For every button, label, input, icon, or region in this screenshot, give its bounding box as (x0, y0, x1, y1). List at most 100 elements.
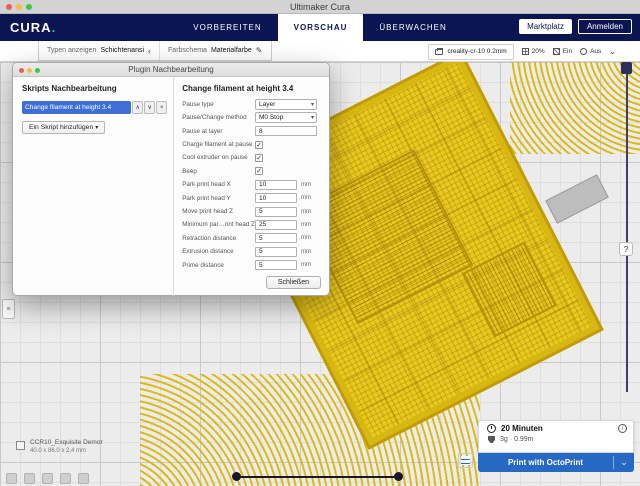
prime-distance-input[interactable] (255, 260, 297, 270)
view-type-dropdown[interactable]: Typen anzeigen Schichtenansi ‹ (39, 41, 160, 60)
view-toolbar: Typen anzeigen Schichtenansi ‹ Farbschem… (0, 41, 640, 62)
remove-script-button[interactable]: × (156, 101, 167, 114)
unit-label: mm (301, 209, 311, 215)
print-settings-bar: creality-cr-10 0.2mm 20% Ein Aus ⌄ (428, 43, 616, 60)
printer-selector[interactable]: creality-cr-10 0.2mm (428, 44, 513, 60)
unsliced-part (545, 174, 608, 223)
support-value: Ein (563, 48, 572, 55)
extrusion-distance-input[interactable] (255, 247, 297, 257)
print-with-octoprint-button[interactable]: Print with OctoPrint ⌄ (478, 453, 634, 472)
unit-label: mm (301, 222, 311, 228)
cool-extruder-checkbox[interactable]: ✓ (255, 154, 263, 162)
unit-label: mm (301, 262, 311, 268)
edit-pencil-icon[interactable]: ✎ (256, 46, 263, 55)
park-head-y-input[interactable] (255, 193, 297, 203)
move-head-z-input[interactable] (255, 207, 297, 217)
field-label: Cool extruder on pause (182, 154, 255, 161)
object-info[interactable]: CCR10_Exquisite Demor 40.0 x 86.0 x 2.4 … (16, 439, 103, 454)
color-scheme-label: Farbschema (168, 47, 207, 54)
beep-checkbox[interactable]: ✓ (255, 167, 263, 175)
layer-slider-help-badge[interactable]: ? (619, 242, 633, 256)
field-label: Retraction distance (182, 235, 255, 242)
dialog-title: Plugin Nachbearbeitung (13, 63, 329, 77)
pause-type-select[interactable]: Layer▾ (255, 99, 317, 110)
field-label: Pause type (182, 101, 255, 108)
output-device-icon[interactable] (458, 453, 473, 468)
tab-ueberwachen[interactable]: ÜBERWACHEN (363, 14, 462, 41)
move-script-up-button[interactable]: ∧ (132, 101, 143, 114)
post-processing-dialog: Plugin Nachbearbeitung Skripts Nachbearb… (12, 62, 330, 296)
unit-label: mm (301, 249, 311, 255)
adhesion-value: Aus (590, 48, 601, 55)
app-header: CURA. VORBEREITEN VORSCHAU ÜBERWACHEN Ma… (0, 14, 640, 41)
park-head-x-input[interactable] (255, 180, 297, 190)
adhesion-setting[interactable]: Aus (580, 48, 601, 55)
clock-icon (487, 424, 496, 433)
object-name: CCR10_Exquisite Demor (30, 439, 103, 446)
chevron-down-icon: ▾ (311, 113, 314, 123)
print-time-estimate: 20 Minuten (501, 424, 613, 433)
field-label: Beep (182, 168, 255, 175)
bottom-icon-5[interactable] (78, 473, 89, 484)
pause-method-select[interactable]: M0 Stop▾ (255, 112, 317, 123)
infill-icon (522, 48, 529, 55)
bottom-icon-2[interactable] (24, 473, 35, 484)
view-type-value: Schichtenansi (100, 47, 144, 54)
minimum-park-z-input[interactable] (255, 220, 297, 230)
material-usage: 3g · 0.99m (500, 436, 533, 443)
field-row: Beep ✓ (182, 166, 321, 177)
field-label: Pause/Change method (182, 114, 255, 121)
print-button-chevron-down-icon[interactable]: ⌄ (614, 457, 634, 468)
tab-vorbereiten[interactable]: VORBEREITEN (177, 14, 277, 41)
script-list-item[interactable]: Change filament at height 3.4 (22, 101, 131, 114)
charge-filament-checkbox[interactable]: ✓ (255, 141, 263, 149)
dialog-minimize-button[interactable] (27, 68, 32, 73)
timeline-handle-end[interactable] (394, 472, 403, 481)
add-script-button[interactable]: Ein Skript hinzufügen▾ (22, 121, 105, 134)
timeline-handle-start[interactable] (232, 472, 241, 481)
field-label: Charge filament at pause (182, 141, 255, 148)
view-type-label: Typen anzeigen (47, 47, 96, 54)
dialog-close-button[interactable] (19, 68, 24, 73)
field-row: Charge filament at pause ✓ (182, 139, 321, 150)
collapse-panel-icon[interactable]: ‹ (148, 46, 151, 56)
move-script-down-button[interactable]: ∨ (144, 101, 155, 114)
layer-slider-track[interactable] (626, 68, 628, 392)
print-job-card: 20 Minuten i 3g · 0.99m (478, 420, 634, 453)
field-label: Park print head X (182, 181, 255, 188)
field-row: Park print head Y mm (182, 193, 321, 204)
add-script-chevron-down-icon: ▾ (95, 125, 98, 131)
printer-name: creality-cr-10 0.2mm (447, 48, 506, 55)
window-titlebar: Ultimaker Cura (0, 0, 640, 14)
dialog-close-action-button[interactable]: Schließen (266, 276, 321, 289)
pause-at-layer-input[interactable] (255, 126, 317, 136)
marketplace-button[interactable]: Marktplatz (519, 19, 572, 34)
bottom-left-icons (6, 473, 89, 484)
chevron-down-icon: ▾ (311, 100, 314, 110)
scripts-heading: Skripts Nachbearbeitung (22, 84, 167, 93)
retraction-distance-input[interactable] (255, 233, 297, 243)
color-scheme-dropdown[interactable]: Farbschema Materialfarbe ✎ (160, 41, 270, 60)
support-setting[interactable]: Ein (553, 48, 572, 55)
field-label: Pause at layer (182, 128, 255, 135)
info-icon[interactable]: i (618, 424, 627, 433)
unit-label: mm (301, 195, 311, 201)
tab-vorschau[interactable]: VORSCHAU (278, 14, 364, 41)
settings-chevron-down-icon[interactable]: ⌄ (609, 47, 616, 56)
material-icon (488, 436, 495, 443)
bottom-icon-3[interactable] (42, 473, 53, 484)
timeline-slider-track[interactable] (237, 476, 399, 478)
signin-button[interactable]: Anmelden (578, 19, 632, 34)
model-pattern-block (462, 242, 557, 338)
dialog-titlebar[interactable]: Plugin Nachbearbeitung (13, 63, 329, 77)
layer-slider-handle[interactable] (621, 62, 632, 74)
unit-label: mm (301, 182, 311, 188)
dialog-zoom-button[interactable] (35, 68, 40, 73)
field-row: Extrusion distance mm (182, 246, 321, 257)
bottom-icon-4[interactable] (60, 473, 71, 484)
bottom-icon-1[interactable] (6, 473, 17, 484)
infill-setting[interactable]: 20% (522, 48, 545, 55)
collapsed-tool-panel[interactable]: ≡ (2, 299, 15, 319)
infill-value: 20% (532, 48, 545, 55)
field-label: Minimum par…rint head Z (182, 221, 255, 228)
